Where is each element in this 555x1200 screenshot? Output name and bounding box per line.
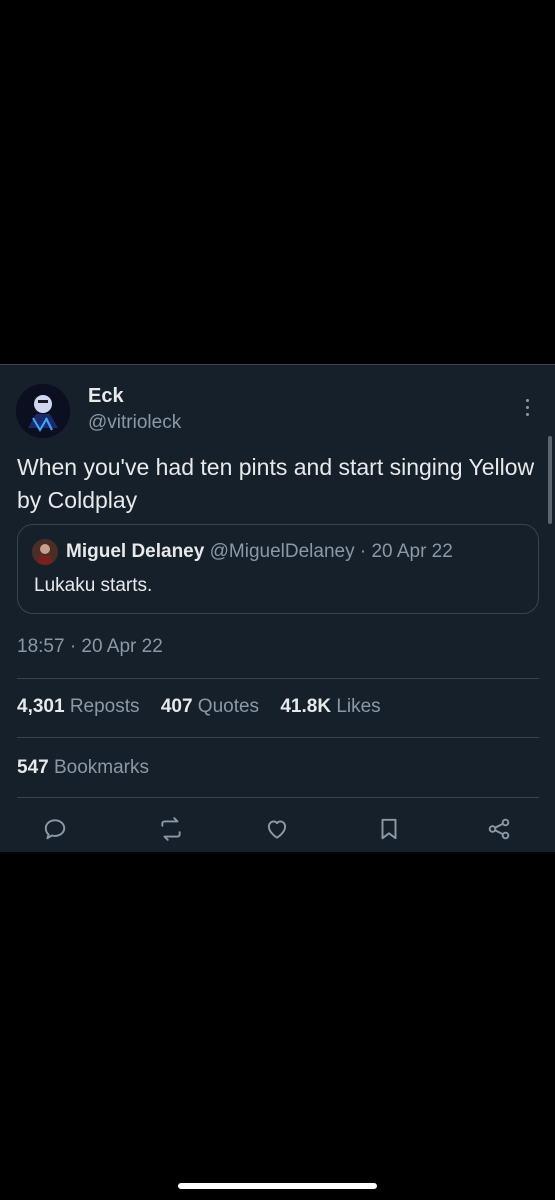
divider — [17, 737, 539, 738]
screen: Eck @vitrioleck When you've had ten pint… — [0, 0, 555, 1200]
action-bar — [0, 813, 555, 845]
reposts-label: Reposts — [69, 696, 140, 717]
stats-row: 4,301 Reposts 407 Quotes 41.8K Likes — [17, 696, 397, 718]
reposts-count: 4,301 — [17, 696, 65, 717]
likes-label: Likes — [336, 696, 381, 717]
author-name[interactable]: Eck — [88, 385, 124, 408]
reposts-stat[interactable]: 4,301 Reposts — [17, 696, 145, 717]
divider — [17, 678, 539, 679]
tweet-timestamp[interactable]: 18:57 · 20 Apr 22 — [17, 636, 163, 658]
quoted-author-avatar — [32, 539, 58, 565]
bookmarks-label: Bookmarks — [53, 757, 150, 778]
quoted-tweet[interactable]: Miguel Delaney @MiguelDelaney · 20 Apr 2… — [17, 524, 539, 614]
like-icon[interactable] — [261, 813, 293, 845]
home-indicator[interactable] — [178, 1183, 377, 1189]
likes-stat[interactable]: 41.8K Likes — [280, 696, 380, 717]
quoted-header: Miguel Delaney @MiguelDelaney · 20 Apr 2… — [66, 541, 453, 563]
author-handle[interactable]: @vitrioleck — [88, 412, 181, 434]
quoted-text: Lukaku starts. — [34, 575, 153, 596]
repost-icon[interactable] — [155, 813, 187, 845]
tweet-card: Eck @vitrioleck When you've had ten pint… — [0, 364, 555, 852]
quotes-stat[interactable]: 407 Quotes — [161, 696, 265, 717]
reply-icon[interactable] — [39, 813, 71, 845]
bookmarks-stat[interactable]: 547 Bookmarks — [17, 757, 149, 779]
divider — [17, 797, 539, 798]
quoted-author-handle: @MiguelDelaney · 20 Apr 22 — [209, 541, 453, 562]
bookmark-icon[interactable] — [373, 813, 405, 845]
bookmarks-count: 547 — [17, 757, 49, 778]
quotes-label: Quotes — [197, 696, 260, 717]
more-options-icon[interactable] — [517, 395, 537, 419]
quoted-author-name: Miguel Delaney — [66, 541, 205, 562]
share-icon[interactable] — [483, 813, 515, 845]
quotes-count: 407 — [160, 696, 193, 717]
tweet-text: When you've had ten pints and start sing… — [17, 454, 535, 513]
author-avatar[interactable] — [16, 384, 70, 438]
likes-count: 41.8K — [280, 696, 332, 717]
scrollbar[interactable] — [548, 436, 552, 524]
